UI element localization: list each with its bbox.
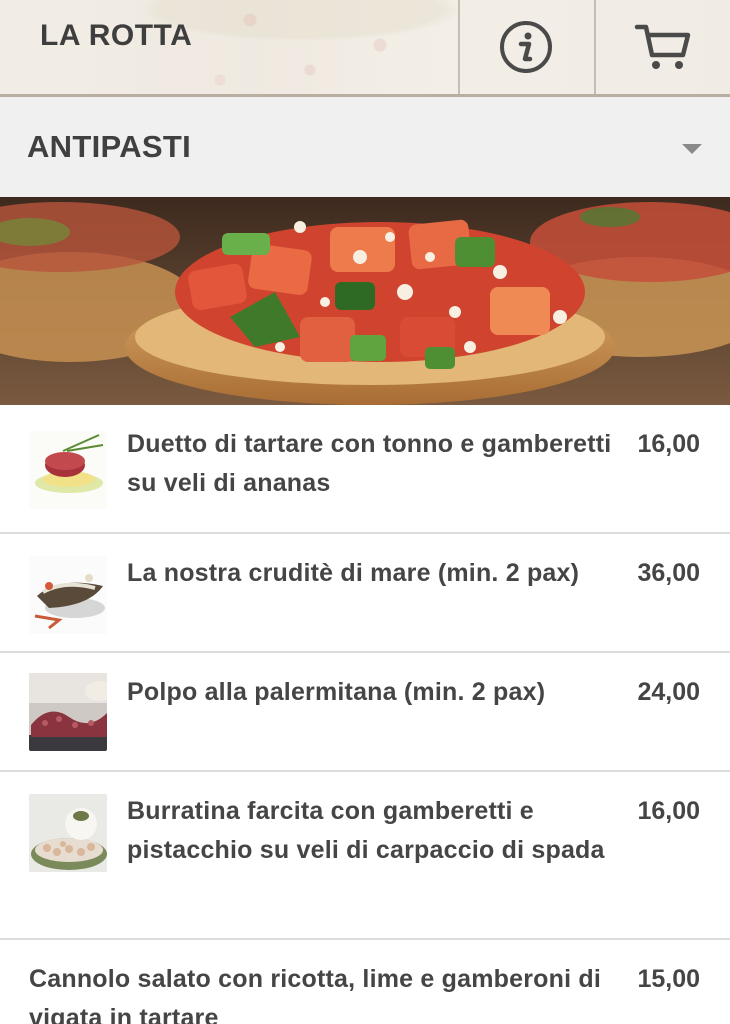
dish-name: La nostra cruditè di mare (min. 2 pax) [127, 559, 580, 587]
menu-item[interactable]: Polpo alla palermitana (min. 2 pax) 24,0… [0, 653, 730, 772]
info-button[interactable] [459, 0, 593, 94]
cart-button[interactable] [596, 0, 730, 94]
dish-name: Polpo alla palermitana (min. 2 pax) [127, 678, 546, 706]
dish-price: 15,00 [637, 965, 700, 993]
category-dropdown[interactable]: ANTIPASTI [0, 97, 730, 197]
dish-price: 16,00 [637, 430, 700, 458]
dish-thumbnail [29, 431, 107, 509]
dish-thumbnail [29, 794, 107, 872]
menu-item[interactable]: Burratina farcita con gamberetti e pista… [0, 772, 730, 940]
dish-price: 36,00 [637, 559, 700, 587]
dish-price: 16,00 [637, 797, 700, 825]
dish-name: Duetto di tartare con tonno e gamberetti… [127, 430, 612, 497]
dish-price: 24,00 [637, 678, 700, 706]
caret-down-icon [682, 144, 702, 154]
dish-thumbnail [29, 556, 107, 634]
cart-icon [634, 24, 691, 69]
menu-item[interactable]: La nostra cruditè di mare (min. 2 pax) 3… [0, 534, 730, 653]
dish-name: Cannolo salato con ricotta, lime e gambe… [29, 965, 601, 1024]
category-hero-image [0, 197, 730, 405]
dish-thumbnail [29, 673, 107, 751]
category-label: ANTIPASTI [27, 129, 192, 164]
dish-thumbnail-wrapper [29, 794, 127, 872]
menu-item[interactable]: Duetto di tartare con tonno e gamberetti… [0, 405, 730, 534]
menu-list: Duetto di tartare con tonno e gamberetti… [0, 405, 730, 1024]
app-title: LA ROTTA [40, 19, 193, 52]
app-header: LA ROTTA [0, 0, 730, 97]
info-icon [500, 21, 552, 73]
menu-item[interactable]: Cannolo salato con ricotta, lime e gambe… [0, 940, 730, 1024]
